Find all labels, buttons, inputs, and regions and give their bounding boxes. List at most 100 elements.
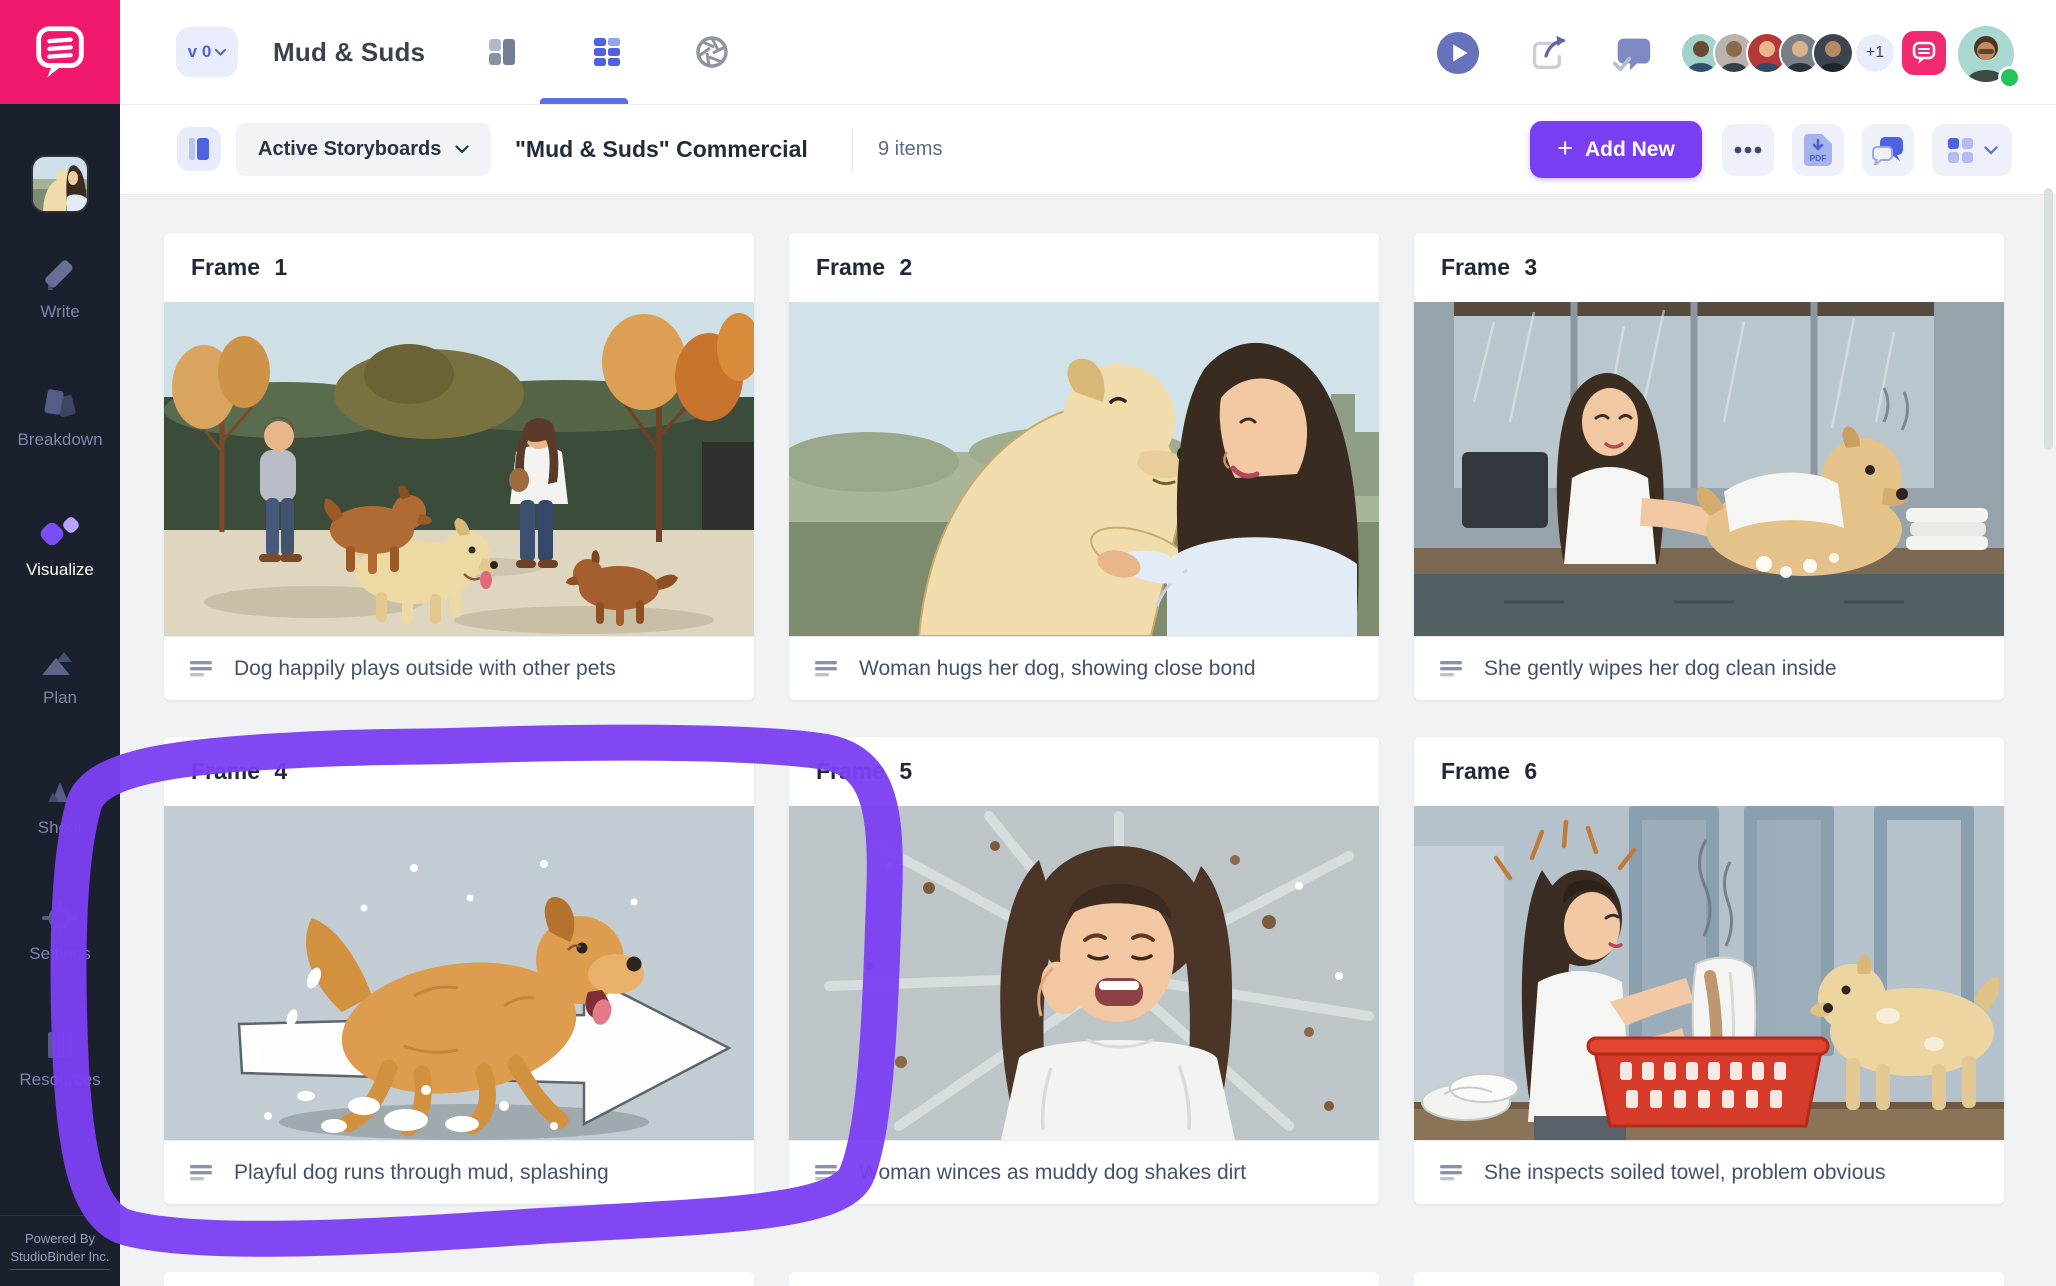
notes-icon [1440, 1165, 1464, 1181]
frame-illustration [164, 806, 754, 1140]
notes-icon [815, 661, 839, 677]
tab-storyboard-grid[interactable] [585, 30, 629, 74]
sidebar-item-label: Breakdown [0, 430, 120, 450]
avatars-overflow-badge[interactable]: +1 [1854, 32, 1896, 74]
wincing-woman [1000, 846, 1235, 1140]
sidebar-item-label: Visualize [0, 560, 120, 580]
sidebar-item-label: Shoot [0, 818, 120, 838]
frame-caption-row[interactable]: Playful dog runs through mud, splashing [164, 1140, 754, 1204]
sidebar-item-label: Settings [0, 944, 120, 964]
next-row-card-stub [789, 1272, 1379, 1286]
frame-illustration [1414, 806, 2004, 1140]
panel-toggle-button[interactable] [177, 127, 221, 171]
visualize-icon [0, 514, 120, 554]
chat-button[interactable] [1902, 31, 1946, 75]
frame-caption: Playful dog runs through mud, splashing [234, 1161, 609, 1185]
view-mode-button[interactable] [1932, 124, 2012, 176]
frame-title: Frame 3 [1414, 233, 2004, 302]
grid-icon [591, 36, 623, 68]
active-tab-underline [540, 98, 628, 104]
powered-by[interactable]: Powered By StudioBinder Inc. [0, 1215, 120, 1270]
comments-button[interactable] [1610, 31, 1654, 75]
sidebar-item-shoot[interactable]: Shoot [0, 772, 120, 838]
play-icon [1436, 30, 1480, 76]
chat-icon [1911, 40, 1937, 66]
project-thumbnail[interactable] [33, 157, 87, 211]
shoot-icon [0, 772, 120, 812]
version-label: v 0 [188, 42, 212, 62]
write-icon [0, 256, 120, 296]
add-new-button[interactable]: + Add New [1530, 121, 1702, 178]
project-title: Mud & Suds [273, 0, 425, 104]
sidebar-item-label: Write [0, 302, 120, 322]
layout-icon [487, 37, 517, 67]
sidebar: Write Breakdown Visualize Plan Shoot Set… [0, 0, 120, 1286]
chevron-down-icon [1984, 146, 1998, 155]
speech-bubble-logo-icon [29, 21, 91, 83]
laundry-basket [1588, 1038, 1828, 1126]
notes-icon [190, 661, 214, 677]
notes-icon [815, 1165, 839, 1181]
powered-by-line1: Powered By [0, 1230, 120, 1248]
frame-caption-row[interactable]: She gently wipes her dog clean inside [1414, 636, 2004, 700]
chat-bubbles-icon [1872, 135, 1904, 165]
version-dropdown[interactable]: v 0 [176, 27, 238, 77]
studiobinder-logo[interactable] [0, 0, 120, 104]
notes-icon [190, 1165, 214, 1181]
items-count: 9 items [878, 105, 942, 194]
top-header: v 0 Mud & Suds +1 [120, 0, 2056, 105]
more-options-button[interactable] [1722, 124, 1774, 176]
export-pdf-button[interactable]: PDF [1792, 124, 1844, 176]
resources-icon [0, 1024, 120, 1064]
storyboard-card-frame-5[interactable]: Frame 5 [789, 737, 1379, 1204]
frame-caption-row[interactable]: Woman hugs her dog, showing close bond [789, 636, 1379, 700]
pdf-download-icon: PDF [1804, 134, 1832, 166]
plan-icon [0, 642, 120, 682]
frame-title: Frame 4 [164, 737, 754, 806]
frame-illustration [789, 302, 1379, 636]
grid-view-icon [1947, 137, 1974, 164]
play-button[interactable] [1436, 31, 1480, 75]
board-toolbar: Active Storyboards "Mud & Suds" Commerci… [120, 105, 2056, 195]
vertical-scrollbar[interactable] [2044, 188, 2053, 450]
tab-overview[interactable] [480, 30, 524, 74]
frame-caption: Dog happily plays outside with other pet… [234, 657, 616, 681]
sidebar-item-label: Resources [0, 1070, 120, 1090]
frame-title: Frame 1 [164, 233, 754, 302]
storyboard-card-frame-2[interactable]: Frame 2 [789, 233, 1379, 700]
storyboard-view-selector[interactable]: Active Storyboards [236, 123, 491, 176]
frame-illustration [789, 806, 1379, 1140]
towel-stack [1906, 508, 1988, 550]
frame-caption-row[interactable]: Dog happily plays outside with other pet… [164, 636, 754, 700]
sidebar-item-breakdown[interactable]: Breakdown [0, 384, 120, 450]
storyboard-card-frame-6[interactable]: Frame 6 [1414, 737, 2004, 1204]
storyboard-card-frame-3[interactable]: Frame 3 [1414, 233, 2004, 700]
tab-shots[interactable] [690, 30, 734, 74]
sidebar-item-settings[interactable]: Settings [0, 898, 120, 964]
chevron-down-icon [215, 49, 226, 56]
frame-caption-row[interactable]: She inspects soiled towel, problem obvio… [1414, 1140, 2004, 1204]
frame-illustration [164, 302, 754, 636]
chevron-down-icon [455, 145, 469, 154]
board-title: "Mud & Suds" Commercial [515, 105, 808, 194]
share-icon [1525, 30, 1569, 76]
settings-icon [0, 898, 120, 938]
add-new-label: Add New [1585, 138, 1675, 162]
sidebar-item-plan[interactable]: Plan [0, 642, 120, 708]
frame-caption: Woman winces as muddy dog shakes dirt [859, 1161, 1246, 1185]
divider [852, 129, 853, 171]
frame-illustration [1414, 302, 2004, 636]
share-button[interactable] [1525, 31, 1569, 75]
powered-by-company: StudioBinder Inc. [10, 1248, 109, 1270]
frame-caption: Woman hugs her dog, showing close bond [859, 657, 1256, 681]
avatar [1812, 32, 1854, 74]
frame-title: Frame 5 [789, 737, 1379, 806]
sidebar-item-resources[interactable]: Resources [0, 1024, 120, 1090]
sidebar-item-write[interactable]: Write [0, 256, 120, 322]
plus-icon: + [1557, 135, 1573, 162]
sidebar-item-visualize[interactable]: Visualize [0, 514, 120, 580]
frame-caption-row[interactable]: Woman winces as muddy dog shakes dirt [789, 1140, 1379, 1204]
storyboard-card-frame-1[interactable]: Frame 1 [164, 233, 754, 700]
board-comments-button[interactable] [1862, 124, 1914, 176]
storyboard-card-frame-4[interactable]: Frame 4 [164, 737, 754, 1204]
